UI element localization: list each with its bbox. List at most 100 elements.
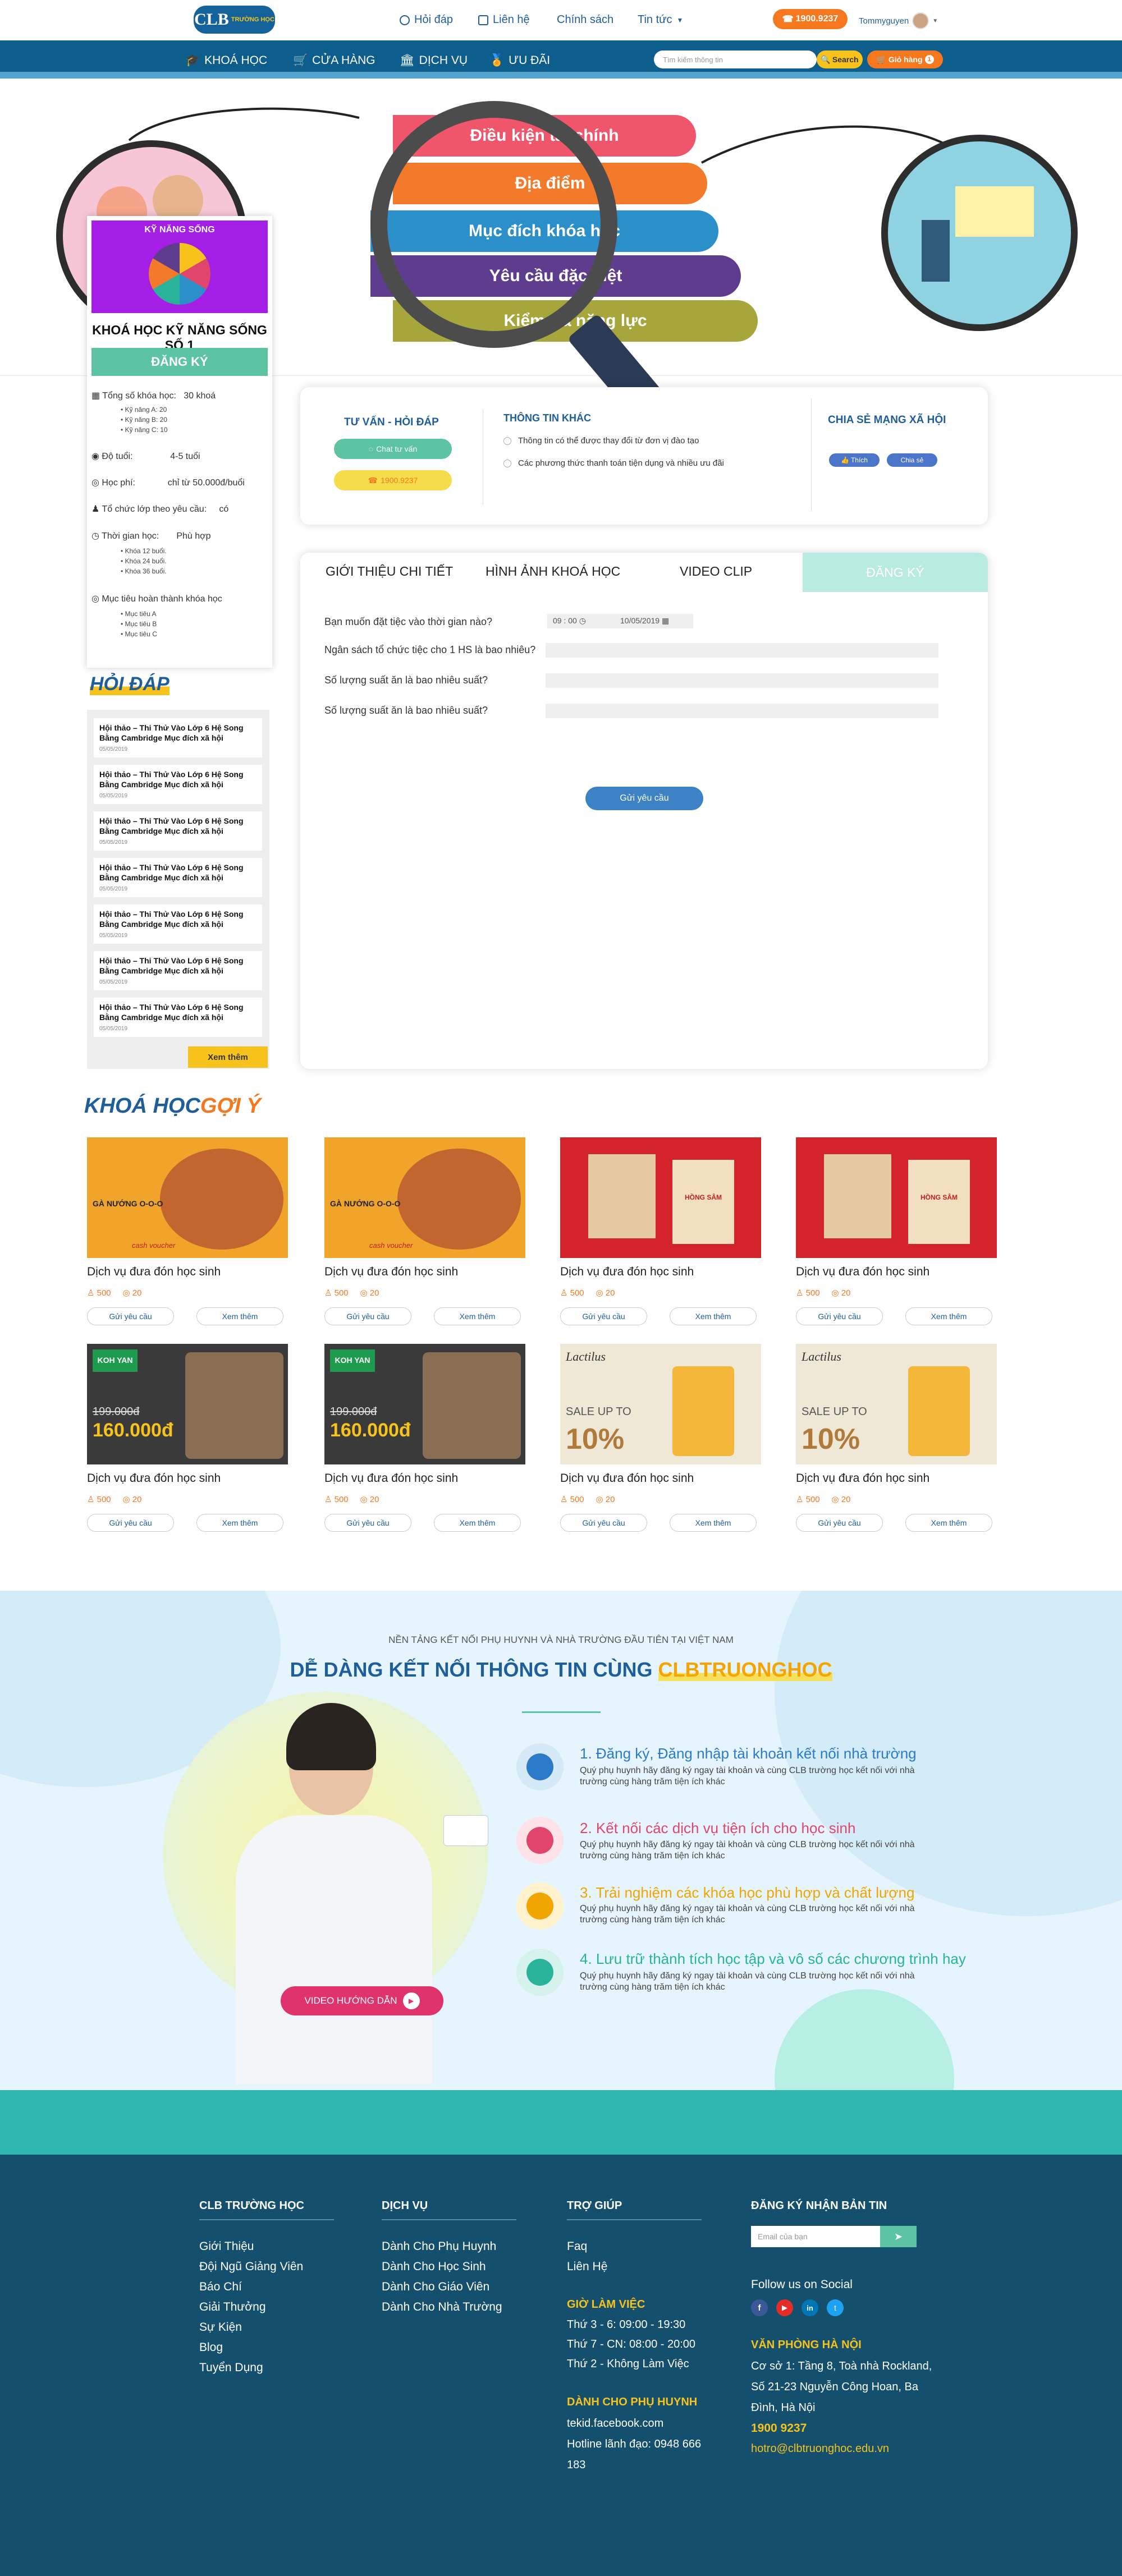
product-card[interactable]: GÀ NƯỚNG O-O-O cash voucher Dịch vụ đưa đ… [324, 1137, 525, 1351]
faq-more-button[interactable]: Xem thêm [188, 1046, 268, 1068]
faq-item[interactable]: Hội thảo – Thi Thử Vào Lớp 6 Hệ Song Bằn… [94, 765, 262, 804]
faq-item[interactable]: Hội thảo – Thi Thử Vào Lớp 6 Hệ Song Bằn… [94, 951, 262, 990]
request-button[interactable]: Gửi yêu cầu [560, 1514, 647, 1532]
youtube-icon[interactable]: ▶ [776, 2299, 793, 2316]
footer-link-faq[interactable]: Faq [567, 2240, 587, 2253]
budget-input[interactable] [546, 643, 938, 658]
nav-cua-hang[interactable]: 🛒 CỬA HÀNG [293, 54, 375, 67]
product-card[interactable]: Lactilus SALE UP TO 10% Dịch vụ đưa đón họ… [560, 1344, 761, 1557]
footer-link-blog[interactable]: Blog [199, 2341, 223, 2354]
submit-request-button[interactable]: Gửi yêu cầu [585, 787, 703, 810]
request-button[interactable]: Gửi yêu cầu [324, 1307, 411, 1325]
footer-link-su-kien[interactable]: Sự Kiện [199, 2321, 242, 2334]
teal-band [0, 2090, 1122, 2155]
product-card[interactable]: GÀ NƯỚNG O-O-O cash voucher Dịch vụ đưa đ… [87, 1137, 288, 1351]
nav-khoa-hoc[interactable]: 🎓 KHOÁ HỌC [185, 54, 267, 67]
user-menu[interactable]: Tommyguyen ▼ [859, 12, 938, 29]
footer-link-phu-huynh[interactable]: Dành Cho Phụ Huynh [382, 2240, 496, 2253]
portions-input-2[interactable] [546, 704, 938, 718]
comment-icon: ◎ [122, 1288, 130, 1298]
nav-chinh-sach[interactable]: Chính sách [557, 13, 613, 26]
search-input[interactable]: Tìm kiếm thông tin [654, 50, 817, 68]
request-button[interactable]: Gửi yêu cầu [324, 1514, 411, 1532]
footer: CLB TRƯỜNG HỌC Giới Thiệu Đội Ngũ Giảng … [0, 2155, 1122, 2576]
tab-register[interactable]: ĐĂNG KÝ [803, 553, 988, 592]
product-card[interactable]: Lactilus SALE UP TO 10% Dịch vụ đưa đón họ… [796, 1344, 997, 1557]
more-button[interactable]: Xem thêm [196, 1514, 283, 1532]
product-name: Dịch vụ đưa đón học sinh [560, 1472, 694, 1485]
footer-link-nha-truong[interactable]: Dành Cho Nhà Trường [382, 2301, 502, 2314]
new-price: 160.000đ [93, 1420, 173, 1441]
time-input[interactable]: 09 : 00 ◷ [547, 614, 620, 628]
date-value: 10/05/2019 [620, 616, 660, 625]
office-email[interactable]: hotro@clbtruonghoc.edu.vn [751, 2442, 889, 2455]
chat-button[interactable]: ◌ Chat tư vấn [334, 439, 452, 459]
portions-input-1[interactable] [546, 673, 938, 688]
faq-item[interactable]: Hội thảo – Thi Thử Vào Lớp 6 Hệ Song Bằn… [94, 904, 262, 944]
request-button[interactable]: Gửi yêu cầu [796, 1307, 883, 1325]
more-button[interactable]: Xem thêm [434, 1514, 521, 1532]
building-icon: 🏛 [400, 54, 415, 67]
product-card[interactable]: KOH YAN 199.000đ 160.000đ Dịch vụ đưa đón … [324, 1344, 525, 1557]
product-card[interactable]: HỒNG SÂM Dịch vụ đưa đón học sinh ♙ 500 … [560, 1137, 761, 1351]
facebook-icon[interactable]: f [751, 2299, 768, 2316]
faq-item[interactable]: Hội thảo – Thi Thử Vào Lớp 6 Hệ Song Bằn… [94, 858, 262, 897]
facebook-link[interactable]: tekid.facebook.com [567, 2417, 663, 2430]
date-input[interactable]: 10/05/2019 ▦ [615, 614, 693, 628]
step-title-text: 4. Lưu trữ thành tích học tập và vô số c… [580, 1950, 966, 1967]
office-phone[interactable]: 1900 9237 [751, 2422, 807, 2435]
footer-link-giai-thuong[interactable]: Giải Thưởng [199, 2301, 266, 2314]
linkedin-icon[interactable]: in [802, 2299, 818, 2316]
video-guide-button[interactable]: VIDEO HƯỚNG DẪN ▶ [281, 1986, 443, 2015]
nav-dich-vu[interactable]: 🏛 DỊCH VỤ [400, 54, 468, 67]
more-button[interactable]: Xem thêm [905, 1307, 992, 1325]
phone-button[interactable]: ☎ 1900.9237 [773, 9, 848, 29]
hotline-button[interactable]: ☎ 1900.9237 [334, 470, 452, 490]
step-1-desc: Quý phụ huynh hãy đăng ký ngay tài khoản… [580, 1766, 915, 1787]
nav-tin-tuc[interactable]: Tin tức ▼ [638, 13, 683, 26]
nav-lien-he[interactable]: Liên hệ [478, 13, 530, 26]
tab-images[interactable]: HÌNH ẢNH KHOÁ HỌC [486, 564, 620, 579]
like-button[interactable]: 👍 Thích [829, 453, 880, 467]
product-card[interactable]: KOH YAN 199.000đ 160.000đ Dịch vụ đưa đón … [87, 1344, 288, 1557]
footer-link-bao-chi[interactable]: Báo Chí [199, 2280, 242, 2294]
user-icon: ♙ [324, 1288, 332, 1298]
product-label: HỒNG SÂM [908, 1160, 970, 1244]
nav-uu-dai[interactable]: 🏅 ƯU ĐÃI [489, 54, 550, 67]
cart-button[interactable]: 🛒 Giỏ hàng 1 [867, 50, 943, 68]
footer-link-giao-vien[interactable]: Dành Cho Giáo Viên [382, 2280, 489, 2294]
request-button[interactable]: Gửi yêu cầu [87, 1514, 174, 1532]
footer-link-gioi-thieu[interactable]: Giới Thiệu [199, 2240, 254, 2253]
faq-item[interactable]: Hội thảo – Thi Thử Vào Lớp 6 Hệ Song Bằn… [94, 718, 262, 757]
more-button[interactable]: Xem thêm [670, 1514, 757, 1532]
product-meta: ♙ 500 ◎ 20 [87, 1288, 141, 1298]
share-button[interactable]: Chia sẻ [887, 453, 937, 467]
tab-video[interactable]: VIDEO CLIP [680, 564, 752, 579]
more-button[interactable]: Xem thêm [434, 1307, 521, 1325]
footer-link-doi-ngu[interactable]: Đội Ngũ Giảng Viên [199, 2260, 303, 2274]
search-button[interactable]: 🔍 Search [817, 50, 863, 68]
request-button[interactable]: Gửi yêu cầu [87, 1307, 174, 1325]
register-button[interactable]: ĐĂNG KÝ [91, 348, 268, 376]
chicken-photo [397, 1149, 521, 1250]
age-icon: ◉ [91, 452, 102, 461]
newsletter-email-input[interactable]: Email của bạn [751, 2226, 880, 2247]
more-button[interactable]: Xem thêm [196, 1307, 283, 1325]
logo[interactable]: CLB TRƯỜNG HỌC [194, 6, 275, 34]
step-2-title: 2. Kết nối các dịch vụ tiện ích cho học … [580, 1820, 855, 1837]
box-image [824, 1154, 891, 1238]
nav-hoi-dap[interactable]: Hỏi đáp [400, 13, 453, 26]
newsletter-send-button[interactable]: ➤ [880, 2226, 917, 2247]
product-card[interactable]: HỒNG SÂM Dịch vụ đưa đón học sinh ♙ 500 … [796, 1137, 997, 1351]
twitter-icon[interactable]: t [827, 2299, 844, 2316]
footer-link-tuyen-dung[interactable]: Tuyển Dụng [199, 2361, 263, 2375]
faq-item[interactable]: Hội thảo – Thi Thử Vào Lớp 6 Hệ Song Bằn… [94, 998, 262, 1037]
more-button[interactable]: Xem thêm [670, 1307, 757, 1325]
request-button[interactable]: Gửi yêu cầu [796, 1514, 883, 1532]
tab-intro[interactable]: GIỚI THIỆU CHI TIẾT [326, 564, 453, 579]
footer-link-hoc-sinh[interactable]: Dành Cho Học Sinh [382, 2260, 486, 2274]
request-button[interactable]: Gửi yêu cầu [560, 1307, 647, 1325]
footer-link-lien-he[interactable]: Liên Hệ [567, 2260, 607, 2274]
faq-item[interactable]: Hội thảo – Thi Thử Vào Lớp 6 Hệ Song Bằn… [94, 811, 262, 851]
more-button[interactable]: Xem thêm [905, 1514, 992, 1532]
